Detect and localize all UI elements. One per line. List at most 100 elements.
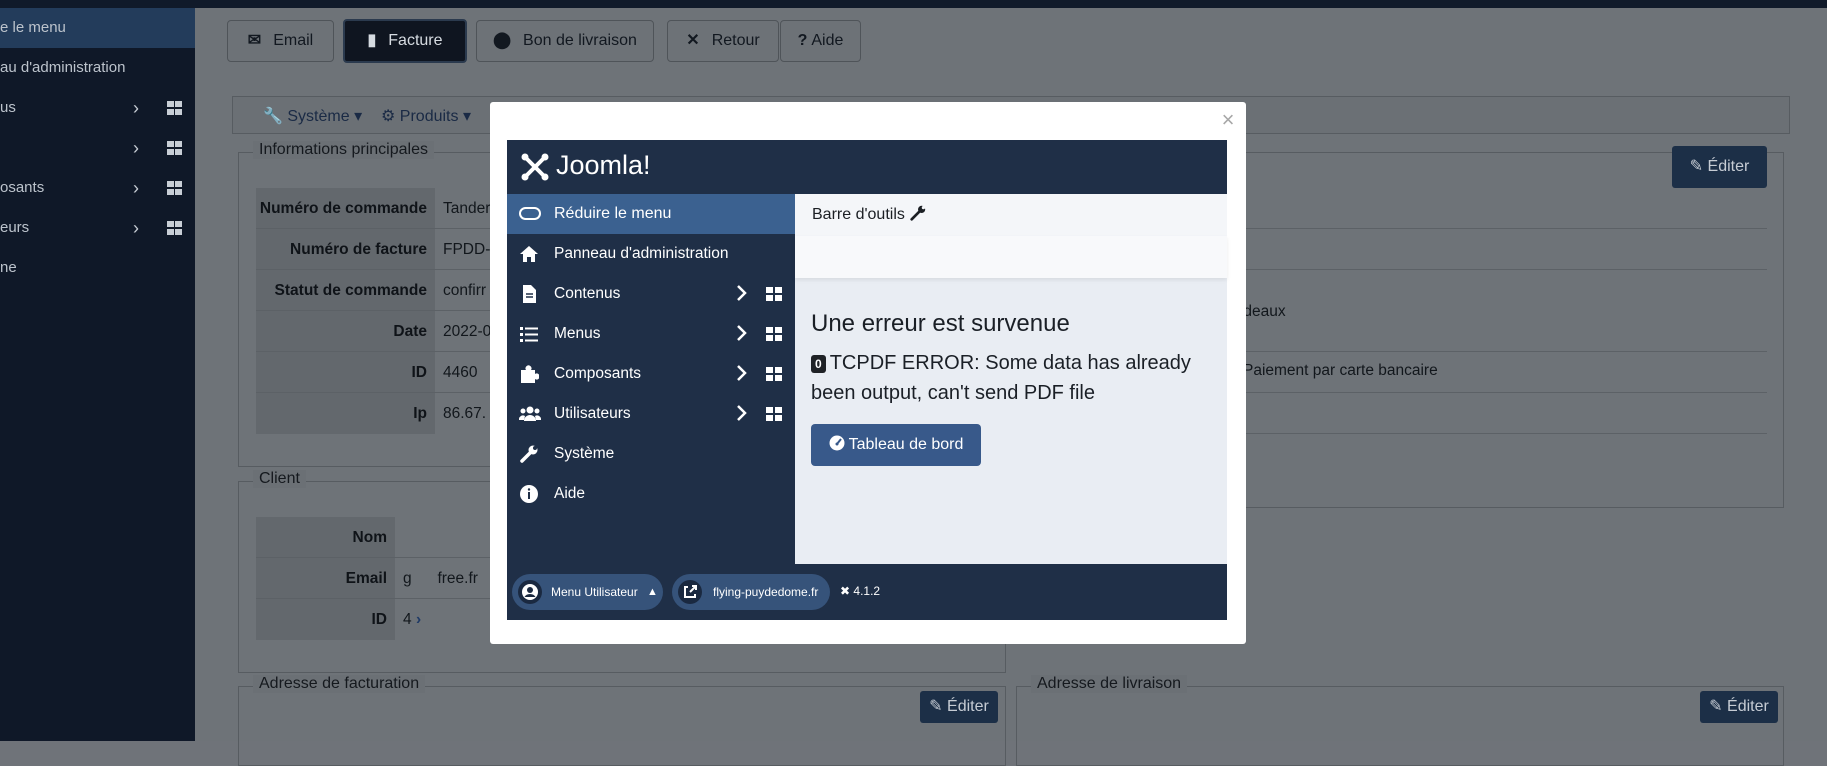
menu-item-label: Menus xyxy=(554,325,601,342)
menu-item-aide[interactable]: Aide xyxy=(507,474,795,514)
dashboard-grid-icon[interactable] xyxy=(167,221,182,235)
top-strip xyxy=(0,0,1827,8)
right-value-payment: Paiement par carte bancaire xyxy=(1243,362,1438,379)
dashboard-grid-icon[interactable] xyxy=(766,287,782,302)
table-row-label: ID xyxy=(256,599,395,640)
edit-button[interactable]: ✎ Éditer xyxy=(1672,146,1767,188)
aide-button-label: Aide xyxy=(811,32,844,49)
sidebar-item-systeme[interactable]: ne xyxy=(0,248,195,288)
menu-item-panneau[interactable]: Panneau d'administration xyxy=(507,234,795,274)
dashboard-grid-icon[interactable] xyxy=(766,327,782,342)
table-row-label: ID xyxy=(256,352,435,393)
sidebar-item-utilisateurs[interactable]: eurs › xyxy=(0,208,195,248)
sidebar-item-label: ne xyxy=(0,259,17,276)
menu-item-systeme[interactable]: Système xyxy=(507,434,795,474)
sidebar-item-composants[interactable]: osants › xyxy=(0,168,195,208)
joomla-logo[interactable]: Joomla! xyxy=(520,150,680,184)
shipping-legend: Adresse de livraison xyxy=(1031,675,1188,693)
joomla-subhead xyxy=(795,236,1227,278)
billing-edit-button[interactable]: ✎ Éditer xyxy=(920,691,998,723)
shipping-fieldset: Adresse de livraison xyxy=(1016,675,1784,766)
modal-close-button[interactable]: × xyxy=(1218,108,1238,132)
info-icon xyxy=(519,484,539,504)
dashboard-grid-icon[interactable] xyxy=(167,101,182,115)
table-row-label: Date xyxy=(256,311,435,352)
joomla-toolbar: Barre d'outils xyxy=(795,194,1227,236)
chevron-right-icon[interactable]: › xyxy=(416,611,421,628)
chevron-right-icon[interactable] xyxy=(735,283,749,308)
site-link-button[interactable]: flying-puydedome.fr xyxy=(672,574,830,610)
menu-item-label: Système xyxy=(554,445,615,462)
billing-legend: Adresse de facturation xyxy=(253,675,426,693)
shipping-edit-button[interactable]: ✎ Éditer xyxy=(1700,691,1778,723)
dashboard-grid-icon[interactable] xyxy=(167,141,182,155)
aide-button[interactable]: ? Aide xyxy=(780,20,861,62)
menu-item-menus[interactable]: Menus xyxy=(507,314,795,354)
menu-item-utilisateurs[interactable]: Utilisateurs xyxy=(507,394,795,434)
chevron-up-icon: ▲ xyxy=(647,586,658,598)
joomla-menu: Panneau d'administration Contenus Menus … xyxy=(507,234,795,514)
joomla-mini-icon: ✖ xyxy=(840,584,851,598)
menu-produits[interactable]: ⚙ Produits ▾ xyxy=(381,106,471,126)
table-row-label: Numéro de facture xyxy=(256,229,435,270)
reduce-menu-label: Réduire le menu xyxy=(554,205,672,222)
email-button[interactable]: ✉ Email xyxy=(227,20,334,62)
bon-livraison-button-label: Bon de livraison xyxy=(523,32,637,49)
facture-button[interactable]: ▮ Facture xyxy=(343,19,467,63)
client-legend: Client xyxy=(253,470,306,488)
dashboard-button[interactable]: Tableau de bord xyxy=(811,424,981,466)
joomla-logo-icon xyxy=(521,153,549,181)
error-message-block: 0 TCPDF ERROR: Some data has already been… xyxy=(811,348,1211,408)
facture-button-label: Facture xyxy=(388,32,443,49)
menu-systeme[interactable]: 🔧 Système ▾ xyxy=(263,106,362,126)
billing-fieldset: Adresse de facturation xyxy=(238,675,1006,766)
user-menu-button[interactable]: Menu Utilisateur ▲ xyxy=(512,574,663,610)
sidebar-item-menus[interactable]: › xyxy=(0,128,195,168)
sidebar-item-label: eurs xyxy=(0,219,30,236)
sidebar-item-label: au d'administration xyxy=(0,59,126,76)
menu-item-label: Composants xyxy=(554,365,642,382)
envelope-icon: ✉ xyxy=(247,32,262,49)
sidebar-item-label: osants xyxy=(0,179,45,196)
table-row-label: Numéro de commande xyxy=(256,188,435,229)
menu-item-label: Panneau d'administration xyxy=(554,245,729,262)
joomla-logo-text: Joomla! xyxy=(556,150,651,180)
chevron-right-icon: › xyxy=(133,98,139,118)
bon-livraison-button[interactable]: ⬤ Bon de livraison xyxy=(476,20,654,62)
user-menu-label: Menu Utilisateur xyxy=(551,585,638,599)
chevron-right-icon: › xyxy=(133,178,139,198)
user-icon xyxy=(518,580,542,604)
wrench-icon xyxy=(519,444,539,464)
sidebar-item-label: us xyxy=(0,99,16,116)
book-icon: ▮ xyxy=(367,32,377,49)
sidebar-item-reduce[interactable]: e le menu xyxy=(0,8,195,48)
chevron-right-icon[interactable] xyxy=(735,323,749,348)
list-icon xyxy=(519,324,539,344)
edit-button-label: Éditer xyxy=(1707,158,1750,175)
retour-button[interactable]: ✕ Retour xyxy=(667,20,779,62)
error-code-badge: 0 xyxy=(811,354,826,373)
reduce-menu-button[interactable]: Réduire le menu xyxy=(507,194,795,234)
dashboard-grid-icon[interactable] xyxy=(766,407,782,422)
joomla-header xyxy=(795,140,1227,194)
menu-item-composants[interactable]: Composants xyxy=(507,354,795,394)
wrench-icon xyxy=(909,204,927,227)
sidebar-item-admin[interactable]: au d'administration xyxy=(0,48,195,88)
shipping-edit-label: Éditer xyxy=(1727,698,1769,715)
background-sidebar: e le menu au d'administration us › › osa… xyxy=(0,8,195,741)
dashboard-grid-icon[interactable] xyxy=(766,367,782,382)
home-icon xyxy=(519,244,539,264)
sidebar-item-contenus[interactable]: us › xyxy=(0,88,195,128)
menu-item-contenus[interactable]: Contenus xyxy=(507,274,795,314)
chevron-right-icon[interactable] xyxy=(735,363,749,388)
file-icon xyxy=(519,284,539,304)
puzzle-icon xyxy=(519,364,540,384)
dashboard-grid-icon[interactable] xyxy=(167,181,182,195)
table-row-label: Ip xyxy=(256,393,435,434)
site-link-label: flying-puydedome.fr xyxy=(713,585,819,599)
chevron-right-icon[interactable] xyxy=(735,403,749,428)
version-text: 4.1.2 xyxy=(853,584,881,598)
table-row-label: Email xyxy=(256,558,395,599)
email-button-label: Email xyxy=(273,32,314,49)
close-icon: ✕ xyxy=(686,32,700,49)
